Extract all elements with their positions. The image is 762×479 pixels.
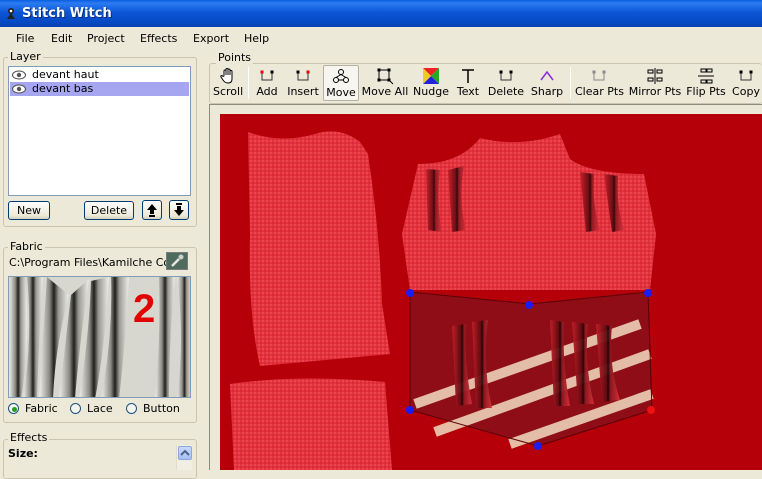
- tool-label: Sharp: [530, 85, 564, 98]
- app-icon: [7, 8, 15, 19]
- fabric-picker-button[interactable]: [166, 252, 188, 270]
- size-label: Size:: [8, 447, 38, 460]
- tool-move-all-button[interactable]: Move All: [361, 65, 409, 101]
- flip-points-icon: [698, 68, 714, 84]
- clear-points-icon: [592, 70, 606, 81]
- effects-scrollbar[interactable]: [176, 445, 192, 470]
- visibility-eye-icon[interactable]: [12, 69, 26, 81]
- add-point-icon: [260, 70, 274, 81]
- radio-label: Button: [143, 402, 180, 415]
- title-bar: Stitch Witch: [0, 0, 762, 27]
- radio-label: Lace: [87, 402, 113, 415]
- scroll-up-button[interactable]: [178, 446, 192, 460]
- menu-bar: File Edit Project Effects Export Help: [0, 27, 762, 48]
- arrow-up-icon: [147, 204, 157, 217]
- toolbar-separator: [248, 67, 249, 99]
- layer-name: devant bas: [32, 82, 94, 95]
- radio-dot: [70, 403, 81, 414]
- mirror-points-icon: [647, 68, 663, 84]
- visibility-eye-icon[interactable]: [12, 83, 26, 95]
- layer-name: devant haut: [32, 68, 99, 81]
- nudge-icon: [423, 68, 439, 84]
- fabric-path: C:\Program Files\Kamilche Co\Stitching: [9, 256, 169, 269]
- menu-effects[interactable]: Effects: [138, 31, 179, 46]
- fabric-group-label: Fabric: [8, 240, 45, 253]
- garment-pieces-image[interactable]: [220, 114, 762, 470]
- tool-move-button[interactable]: Move: [323, 65, 359, 101]
- tool-label: Mirror Pts: [628, 85, 682, 98]
- hand-icon: [220, 67, 233, 84]
- eyedropper-icon: [167, 253, 187, 269]
- sharp-icon: [540, 70, 554, 81]
- delete-point-icon: [499, 70, 513, 81]
- tool-label: Copy: [732, 85, 760, 98]
- panel-splitter[interactable]: [200, 48, 205, 470]
- tool-label: Delete: [487, 85, 525, 98]
- move-layer-up-button[interactable]: [142, 200, 162, 220]
- move-all-icon: [377, 68, 394, 85]
- effects-group-label: Effects: [8, 431, 50, 444]
- tool-label: Nudge: [413, 85, 449, 98]
- fabric-preview: [8, 276, 191, 398]
- tool-label: Insert: [287, 85, 319, 98]
- layer-item-devant-bas[interactable]: devant bas: [10, 82, 189, 96]
- tool-sharp-button[interactable]: Sharp: [529, 65, 565, 101]
- tool-nudge-button[interactable]: Nudge: [412, 65, 450, 101]
- tool-mirror-points-button[interactable]: Mirror Pts: [628, 65, 682, 101]
- arrow-down-icon: [174, 203, 184, 216]
- tool-delete-button[interactable]: Delete: [487, 65, 525, 101]
- tool-add-button[interactable]: Add: [253, 65, 281, 101]
- toolbar-separator: [570, 67, 571, 99]
- menu-edit[interactable]: Edit: [49, 31, 74, 46]
- fabric-preview-number: 2: [133, 287, 156, 331]
- fabric-texture-image: [9, 277, 190, 397]
- points-group-label: Points: [216, 51, 254, 64]
- tool-copy-button[interactable]: Copy: [730, 65, 762, 101]
- pattern-canvas[interactable]: [220, 114, 762, 470]
- tool-label: Flip Pts: [686, 85, 726, 98]
- move-layer-down-button[interactable]: [169, 200, 189, 220]
- tool-label: Scroll: [213, 85, 244, 98]
- tool-label: Move: [326, 86, 356, 99]
- radio-dot: [8, 403, 19, 414]
- radio-label: Fabric: [25, 402, 58, 415]
- copy-icon: [739, 70, 753, 81]
- tool-label: Text: [456, 85, 480, 98]
- radio-dot: [126, 403, 137, 414]
- new-layer-button[interactable]: New: [8, 201, 50, 220]
- window-title: Stitch Witch: [22, 6, 112, 21]
- layer-group-label: Layer: [8, 50, 43, 63]
- tool-text-button[interactable]: Text: [453, 65, 483, 101]
- insert-point-icon: [296, 70, 310, 81]
- chevron-up-icon: [180, 449, 190, 456]
- menu-project[interactable]: Project: [85, 31, 127, 46]
- delete-layer-button[interactable]: Delete: [84, 201, 134, 220]
- move-icon: [333, 69, 349, 83]
- menu-export[interactable]: Export: [191, 31, 231, 46]
- tool-insert-button[interactable]: Insert: [285, 65, 321, 101]
- layer-item-devant-haut[interactable]: devant haut: [10, 68, 189, 82]
- menu-file[interactable]: File: [14, 31, 36, 46]
- menu-help[interactable]: Help: [242, 31, 271, 46]
- text-icon: [462, 69, 474, 83]
- tool-scroll-button[interactable]: Scroll: [213, 65, 243, 101]
- tool-label: Add: [256, 85, 278, 98]
- tool-flip-points-button[interactable]: Flip Pts: [685, 65, 727, 101]
- tool-label: Clear Pts: [575, 85, 624, 98]
- tool-label: Move All: [361, 85, 409, 98]
- layer-list[interactable]: devant haut devant bas: [8, 66, 191, 196]
- tool-clear-points-button[interactable]: Clear Pts: [575, 65, 624, 101]
